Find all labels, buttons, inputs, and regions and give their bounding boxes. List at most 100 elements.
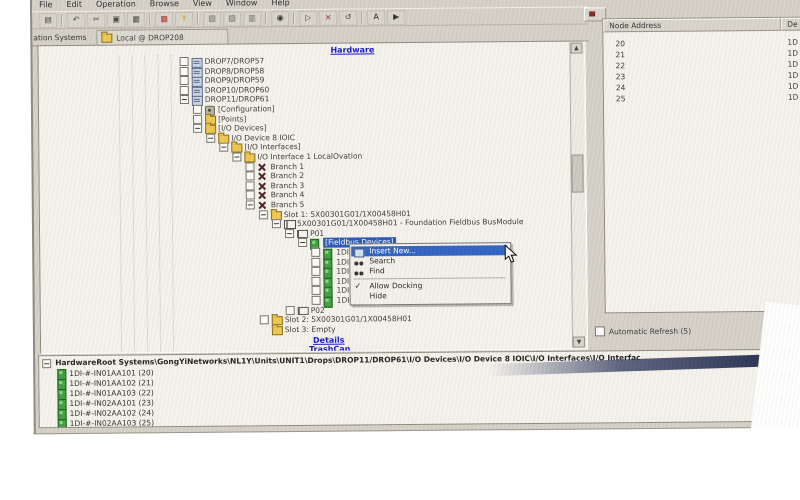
expand-icon[interactable]	[312, 286, 321, 295]
collapse-icon[interactable]	[298, 238, 307, 247]
collapse-icon[interactable]	[193, 124, 202, 133]
photo-margin	[750, 302, 800, 448]
hardware-link[interactable]: Hardware	[330, 45, 374, 54]
details-link[interactable]: Details	[313, 336, 345, 345]
column-header-device[interactable]: De	[781, 17, 800, 30]
collapse-icon[interactable]	[219, 143, 228, 152]
tree-node-label[interactable]: 5X00301G01/1X00458H01 - Foundation Field…	[297, 217, 524, 229]
expand-icon[interactable]	[311, 267, 320, 276]
filter-icon[interactable]: Y	[175, 11, 193, 26]
menu-item-find[interactable]: Find	[351, 265, 507, 276]
device-cell[interactable]: 1D	[788, 71, 799, 80]
tree-node-label[interactable]: I/O Interface 1 LocalOvation	[257, 151, 362, 162]
delete-icon[interactable]: ×	[319, 10, 337, 25]
node-address-cell[interactable]: 25	[616, 94, 626, 103]
expand-icon[interactable]	[246, 172, 255, 181]
menu-view[interactable]: View	[186, 0, 219, 8]
tab-local-drop208[interactable]: Local @ DROP208	[96, 29, 228, 45]
context-menu: Insert New...SearchFind✓Allow DockingHid…	[349, 242, 512, 305]
tree-node-label[interactable]: Slot 3: Empty	[285, 324, 336, 334]
menu-operation[interactable]: Operation	[89, 0, 143, 9]
device-icon	[324, 297, 333, 308]
open-icon[interactable]: ▧	[203, 11, 221, 26]
systems-tab-label[interactable]: ation Systems	[33, 33, 86, 42]
list-item-label: 1DI-#-IN01AA102 (21)	[69, 378, 153, 388]
print-icon[interactable]: ▤	[39, 13, 57, 28]
drop-icon	[192, 67, 203, 77]
menu-item-hide[interactable]: Hide	[352, 290, 508, 301]
device-cell[interactable]: 1D	[788, 82, 799, 91]
expand-icon[interactable]	[180, 86, 189, 95]
port-icon	[297, 230, 308, 238]
find-icon[interactable]: A	[367, 10, 385, 25]
expand-icon[interactable]	[311, 248, 320, 257]
expand-icon[interactable]	[180, 76, 189, 85]
checkmark-icon: ✓	[354, 281, 361, 291]
menu-separator	[353, 277, 505, 279]
folder-icon[interactable]: ▥	[243, 11, 261, 26]
expand-icon[interactable]	[193, 105, 202, 114]
collapse-icon[interactable]	[272, 219, 281, 228]
collapse-icon[interactable]	[180, 95, 189, 104]
expand-icon[interactable]	[246, 181, 255, 190]
device-cell[interactable]: 1D	[788, 60, 799, 69]
expand-icon[interactable]	[180, 57, 189, 66]
binoculars-icon	[354, 268, 358, 278]
menu-help[interactable]: Help	[264, 0, 296, 7]
expand-icon[interactable]	[180, 67, 189, 76]
menu-edit[interactable]: Edit	[59, 0, 89, 9]
expand-icon[interactable]	[311, 257, 320, 266]
cut-icon[interactable]: ✂	[87, 12, 105, 27]
menu-window[interactable]: Window	[219, 0, 265, 8]
pointer-icon[interactable]: ▷	[299, 10, 317, 25]
scroll-thumb[interactable]	[571, 155, 583, 193]
menu-file[interactable]: File	[32, 0, 59, 9]
collapse-icon[interactable]	[246, 200, 255, 209]
expand-icon[interactable]	[260, 315, 269, 324]
checkbox-icon[interactable]	[595, 326, 605, 336]
expand-icon[interactable]	[245, 162, 254, 171]
copy-icon[interactable]: ▣	[107, 12, 125, 27]
node-address-cell[interactable]: 24	[616, 83, 626, 92]
node-address-cell[interactable]: 21	[615, 50, 625, 59]
toolbar-separator	[149, 13, 151, 25]
collapse-icon[interactable]	[206, 134, 215, 143]
root-expander-icon[interactable]	[42, 359, 51, 368]
scroll-up-icon[interactable]: ▲	[570, 43, 582, 54]
device-cell[interactable]: 1D	[787, 38, 798, 47]
automatic-refresh-checkbox[interactable]: Automatic Refresh (5)	[595, 326, 691, 337]
collapse-icon[interactable]	[259, 210, 268, 219]
refresh-icon[interactable]: ↺	[339, 10, 357, 25]
paste-icon[interactable]: ▦	[127, 12, 145, 27]
undo-icon[interactable]: ↶	[67, 12, 85, 27]
tree-node-label[interactable]: P01	[310, 229, 324, 239]
tree-guide-line	[119, 56, 123, 355]
port-icon	[298, 307, 309, 315]
menu-browse[interactable]: Browse	[143, 0, 186, 8]
colors-icon[interactable]: ▩	[155, 12, 173, 27]
scroll-down-icon[interactable]: ▼	[573, 337, 585, 348]
tree-node-label[interactable]: Slot 2: 5X00301G01/1X00458H01	[285, 314, 412, 325]
mouse-cursor	[504, 244, 517, 263]
automatic-refresh-label: Automatic Refresh (5)	[609, 326, 691, 336]
expand-icon[interactable]	[193, 114, 202, 123]
column-header-node-address[interactable]: Node Address	[603, 18, 781, 33]
tree-scrollbar[interactable]: ▲ ▼	[569, 43, 586, 348]
device-cell[interactable]: 1D	[788, 93, 799, 102]
tree-guide-line	[132, 55, 136, 354]
collapse-icon[interactable]	[232, 153, 241, 162]
node-address-cell[interactable]: 23	[616, 72, 626, 81]
run-icon[interactable]: ▶	[387, 10, 405, 25]
tree-node-label[interactable]: P02	[311, 305, 325, 315]
node-address-cell[interactable]: 22	[616, 61, 626, 70]
save-icon[interactable]: ▨	[223, 11, 241, 26]
camera-icon[interactable]: ◉	[271, 11, 289, 26]
expand-icon[interactable]	[311, 277, 320, 286]
device-cell[interactable]: 1D	[787, 49, 798, 58]
expand-icon[interactable]	[312, 296, 321, 305]
collapse-icon[interactable]	[285, 229, 294, 238]
expand-icon[interactable]	[246, 191, 255, 200]
node-address-cell[interactable]: 20	[615, 39, 625, 48]
bottom-list-panel: HardwareRoot Systems\GongYiNetworks\NL1Y…	[38, 349, 781, 428]
expand-icon[interactable]	[286, 306, 295, 315]
